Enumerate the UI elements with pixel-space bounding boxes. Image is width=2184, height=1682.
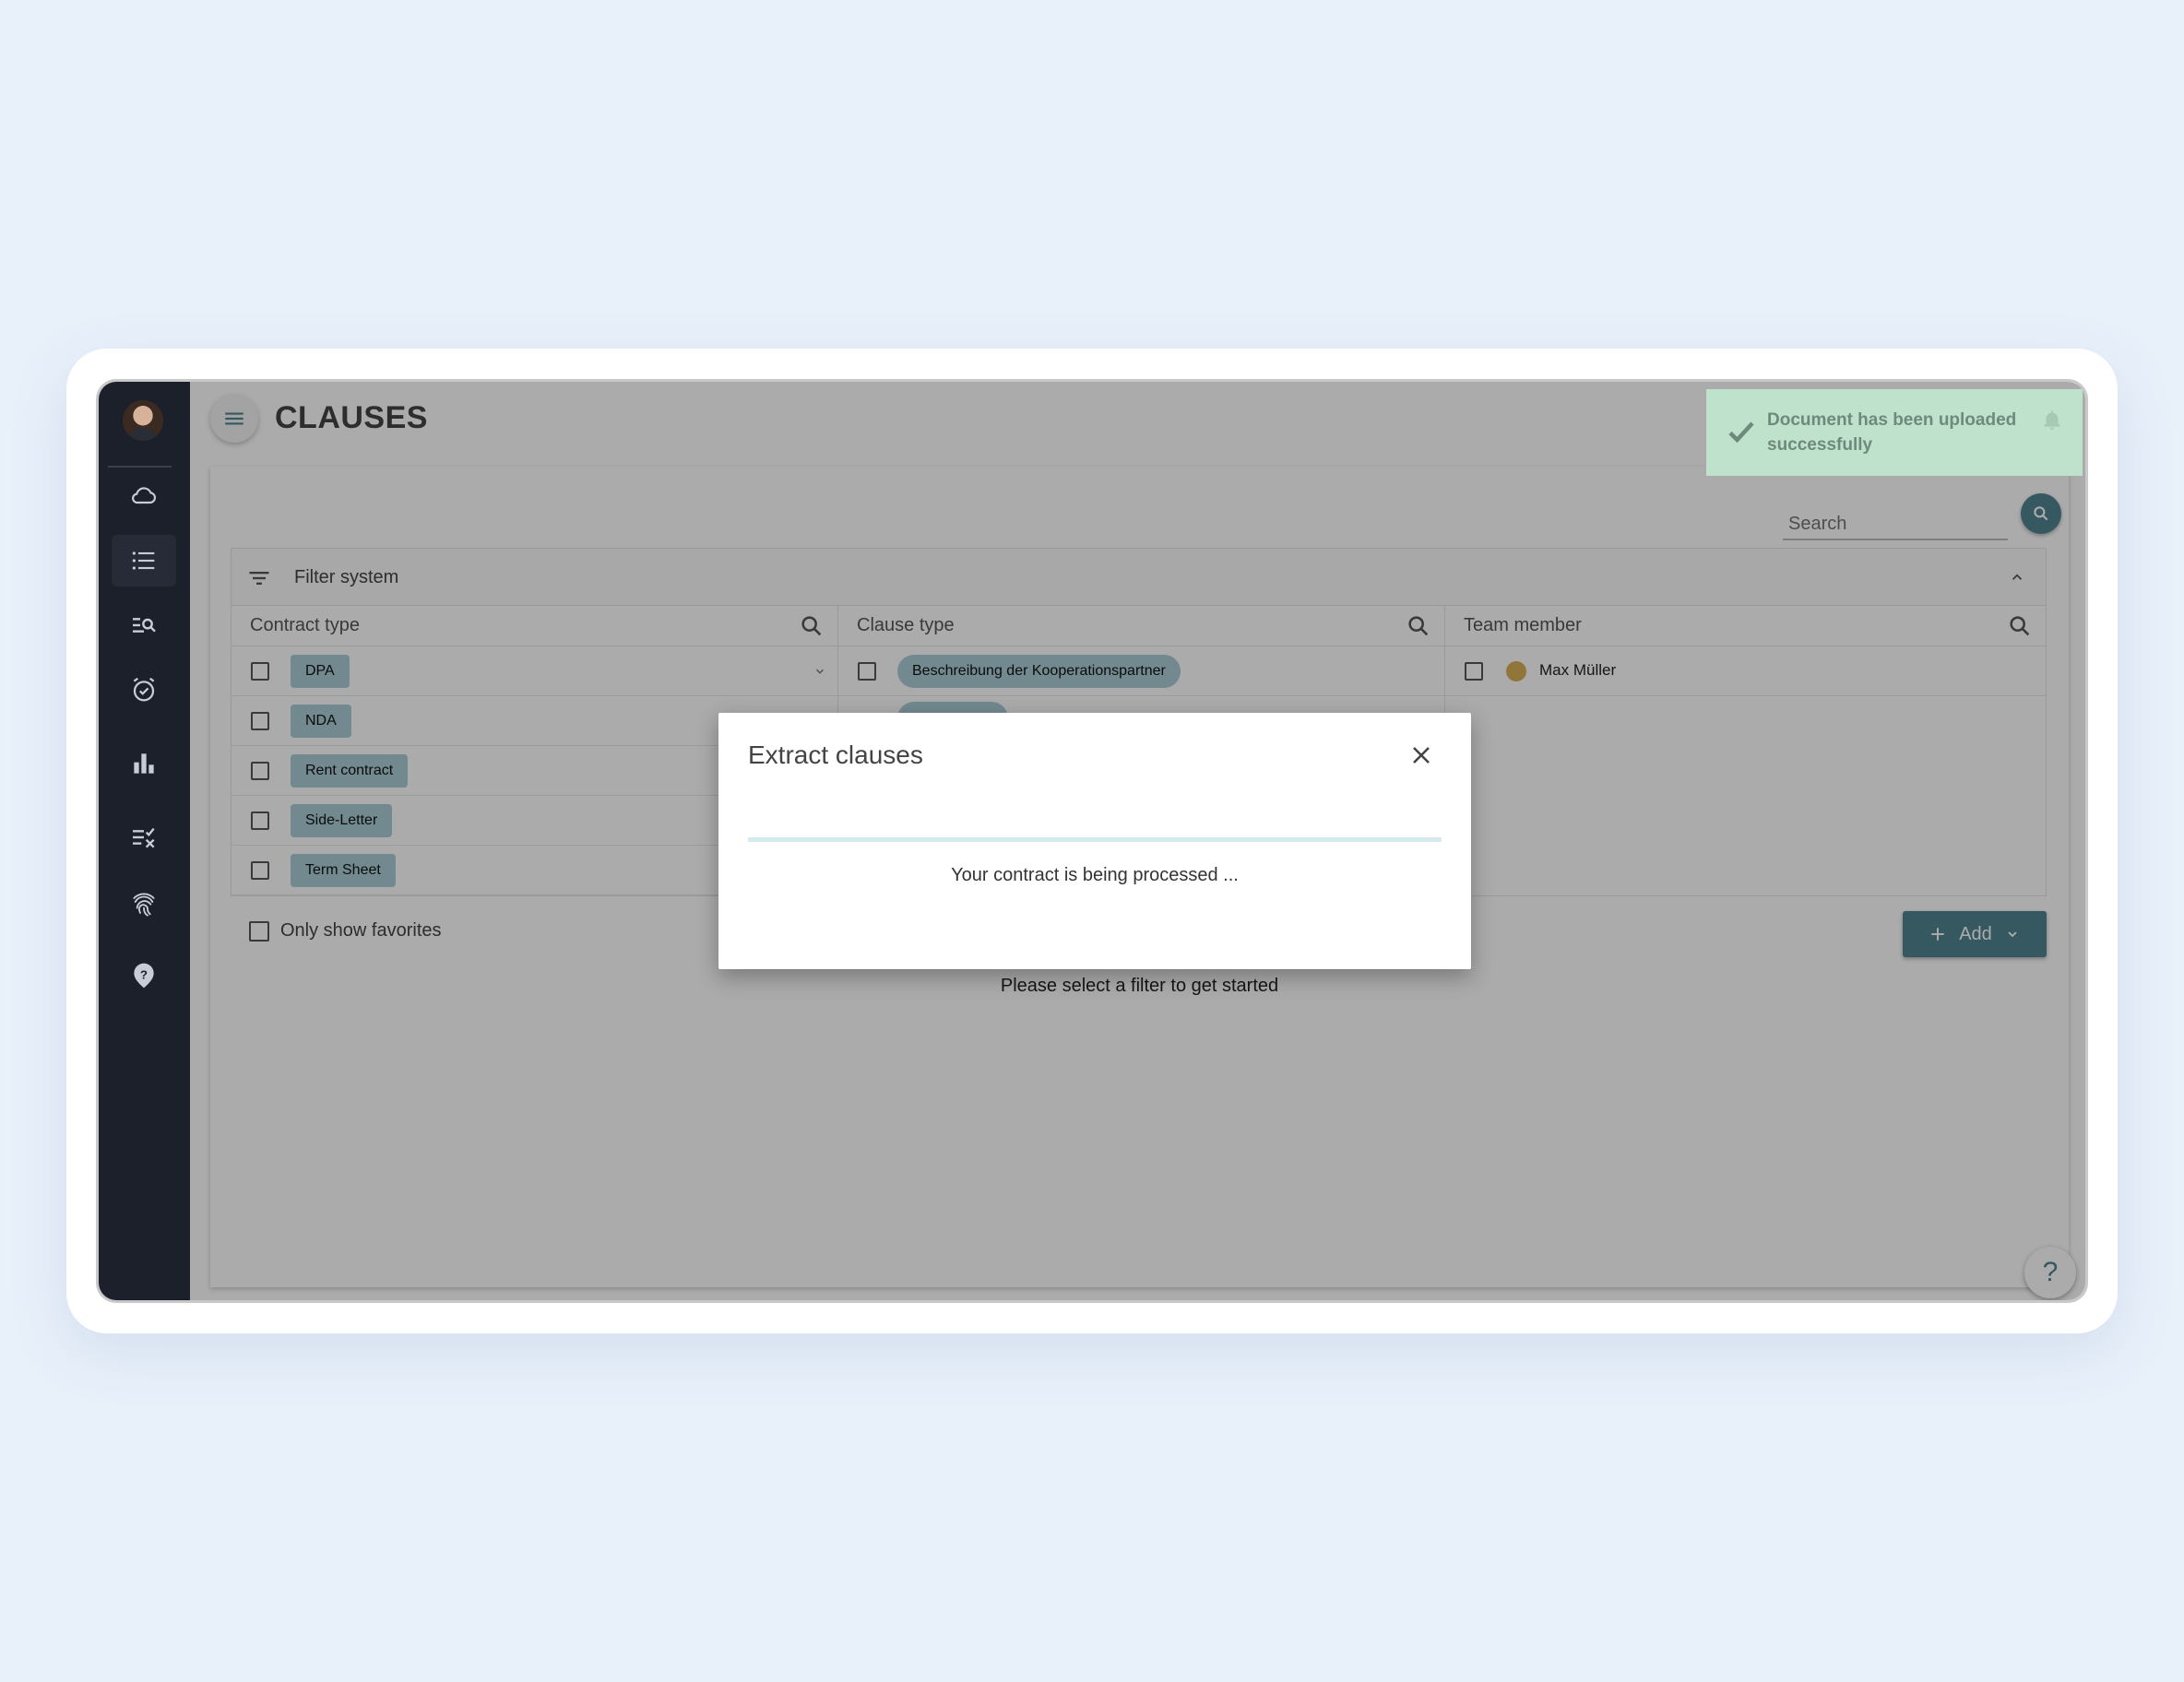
help-icon: ?	[134, 963, 154, 989]
checklist-icon	[133, 827, 155, 848]
processing-status: Your contract is being processed ...	[951, 865, 1239, 885]
sidebar-item-search-clauses[interactable]	[112, 599, 176, 651]
extract-clauses-dialog: Extract clauses Your contract is being p…	[718, 713, 1471, 969]
sidebar-item-clauses[interactable]	[112, 535, 176, 586]
bell-icon[interactable]	[2040, 408, 2064, 432]
sidebar-item-tasks[interactable]	[112, 811, 176, 863]
bar-chart-icon	[134, 753, 154, 774]
avatar[interactable]	[123, 400, 163, 441]
check-icon	[1728, 421, 1754, 444]
cloud-icon	[132, 487, 157, 504]
sidebar-item-help[interactable]: ?	[112, 950, 176, 1001]
sidebar-item-cloud[interactable]	[112, 469, 176, 521]
sidebar-divider	[108, 466, 172, 468]
app-window: ? CLAUSES Filter system	[96, 379, 2088, 1303]
sidebar-item-privacy[interactable]	[112, 880, 176, 931]
fingerprint-icon	[133, 893, 155, 917]
sidebar-item-analytics[interactable]	[112, 738, 176, 789]
upload-success-toast: Document has been uploaded successfully	[1706, 389, 2083, 476]
sidebar-item-reminders[interactable]	[112, 664, 176, 716]
search-list-icon	[133, 618, 156, 633]
alarm-icon	[133, 677, 155, 702]
list-icon	[132, 551, 155, 570]
sidebar: ?	[99, 382, 190, 1300]
dialog-title: Extract clauses	[748, 740, 923, 769]
svg-text:?: ?	[140, 967, 148, 981]
toast-message: Document has been uploaded successfully	[1767, 410, 2017, 455]
close-icon[interactable]	[1410, 744, 1432, 766]
progress-bar	[748, 837, 1442, 842]
